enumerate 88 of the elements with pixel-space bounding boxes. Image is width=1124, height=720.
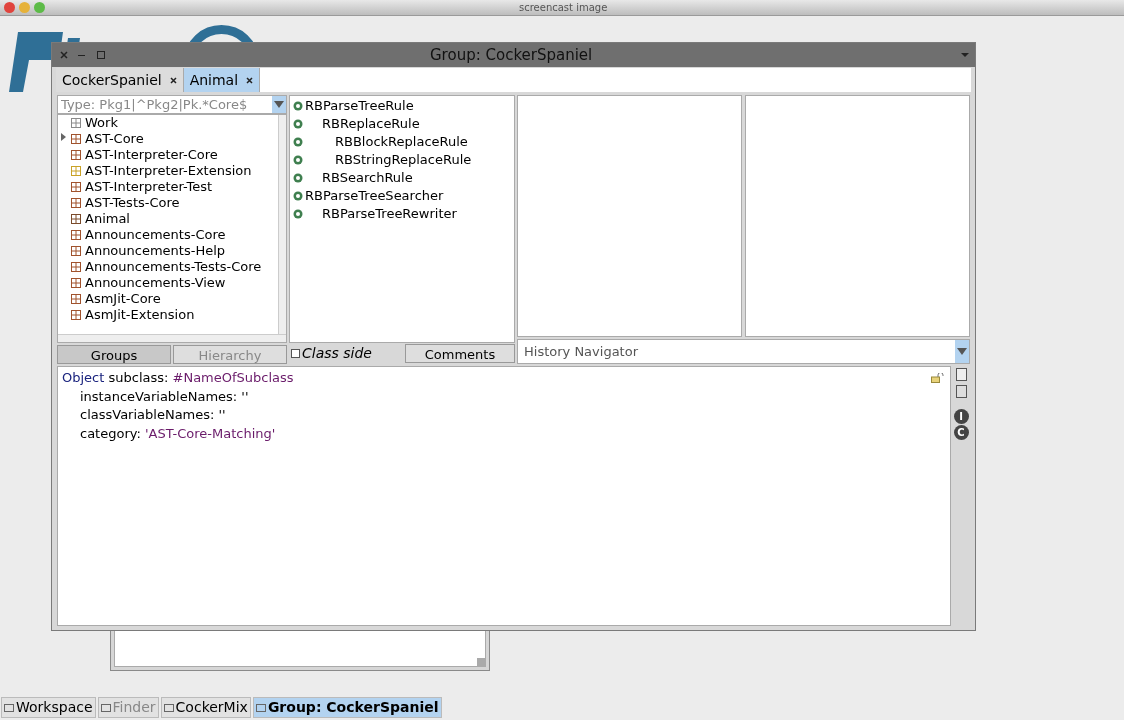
package-name: Announcements-View: [85, 274, 226, 293]
tab[interactable]: CockerSpaniel: [56, 68, 184, 92]
package-icon: [71, 294, 81, 304]
package-icon: [71, 310, 81, 320]
dropdown-icon[interactable]: [955, 340, 969, 363]
text-area[interactable]: [114, 629, 486, 667]
package-name: AST-Interpreter-Core: [85, 146, 218, 165]
package-name: AST-Tests-Core: [85, 194, 180, 213]
comments-button[interactable]: Comments: [405, 344, 515, 363]
package-name: AST-Interpreter-Test: [85, 178, 213, 197]
package-name: Animal: [85, 210, 130, 229]
package-row[interactable]: Announcements-Help: [58, 243, 278, 259]
maximize-icon[interactable]: [97, 51, 105, 59]
package-icon: [71, 118, 81, 128]
package-row[interactable]: Announcements-Tests-Core: [58, 259, 278, 275]
package-icon: [71, 230, 81, 240]
document-icon[interactable]: [955, 385, 967, 398]
code-line: Object subclass: #NameOfSubclass: [62, 369, 294, 387]
window-icon: [100, 703, 111, 712]
code-line: category: 'AST-Core-Matching': [80, 424, 276, 442]
history-placeholder: History Navigator: [523, 342, 639, 361]
package-icon: [71, 246, 81, 256]
menu-icon[interactable]: [961, 53, 969, 57]
package-name: Announcements-Core: [85, 226, 226, 245]
class-side-checkbox[interactable]: [291, 349, 300, 358]
package-icon: [71, 198, 81, 208]
package-icon: [71, 134, 81, 144]
side-button[interactable]: I: [953, 409, 969, 424]
package-row[interactable]: Work: [58, 115, 278, 131]
class-item[interactable]: RBParseTreeRule: [305, 96, 414, 116]
side-button[interactable]: C: [953, 425, 969, 440]
close-tab-icon[interactable]: [169, 76, 177, 84]
horizontal-scrollbar[interactable]: [58, 334, 286, 342]
package-row[interactable]: AST-Interpreter-Extension: [58, 163, 278, 179]
class-side-label[interactable]: Class side: [302, 343, 403, 364]
code-line: classVariableNames: '': [80, 406, 226, 424]
package-icon: [71, 278, 81, 288]
window-icon: [255, 703, 266, 712]
filter-field[interactable]: Type: Pkg1|^Pkg2|Pk.*Core$: [57, 95, 287, 114]
lock-icon[interactable]: [931, 373, 944, 383]
window-title: Group: CockerSpaniel: [430, 44, 593, 66]
close-icon[interactable]: [4, 2, 15, 13]
package-row[interactable]: AST-Core: [58, 131, 278, 147]
package-row[interactable]: AST-Tests-Core: [58, 195, 278, 211]
class-item[interactable]: RBParseTreeSearcher: [305, 186, 444, 206]
package-name: AST-Interpreter-Extension: [85, 162, 252, 181]
expand-arrow-icon[interactable]: [61, 133, 66, 141]
close-icon[interactable]: [60, 51, 68, 59]
package-icon: [71, 182, 81, 192]
taskbar-button[interactable]: Group: CockerSpaniel: [252, 697, 442, 718]
zoom-icon[interactable]: [34, 2, 45, 13]
package-name: Work: [85, 115, 118, 133]
class-item[interactable]: RBReplaceRule: [322, 114, 420, 134]
code-line: instanceVariableNames: '': [80, 387, 249, 405]
class-item[interactable]: RBParseTreeRewriter: [322, 204, 457, 224]
dropdown-icon[interactable]: [272, 96, 286, 113]
taskbar-button[interactable]: CockerMix: [160, 697, 251, 718]
minimize-icon[interactable]: [78, 54, 85, 56]
screen-title: screencast image: [519, 1, 608, 15]
package-row[interactable]: Announcements-View: [58, 275, 278, 291]
history-dropdown[interactable]: History Navigator: [517, 339, 970, 364]
class-item[interactable]: RBStringReplaceRule: [335, 150, 472, 170]
package-name: AST-Core: [85, 130, 144, 149]
window-icon: [163, 703, 174, 712]
package-row[interactable]: Announcements-Core: [58, 227, 278, 243]
class-item[interactable]: RBSearchRule: [322, 168, 413, 188]
code-editor[interactable]: Object subclass: #NameOfSubclass instanceVariableNames: '' classVariableNames: '' category: 'AST-Core-Matching': [57, 366, 951, 626]
package-row[interactable]: AST-Interpreter-Test: [58, 179, 278, 195]
package-icon: [71, 262, 81, 272]
package-row[interactable]: AsmJit-Core: [58, 291, 278, 307]
package-name: AsmJit-Core: [85, 290, 161, 309]
package-name: Announcements-Tests-Core: [85, 258, 262, 277]
class-item[interactable]: RBBlockReplaceRule: [335, 132, 468, 152]
package-view-button[interactable]: Groups: [57, 345, 171, 364]
package-name: Announcements-Help: [85, 242, 226, 261]
tab[interactable]: Animal: [183, 68, 261, 92]
package-row[interactable]: AsmJit-Extension: [58, 307, 278, 323]
taskbar-button[interactable]: Workspace: [1, 697, 96, 718]
package-icon: [71, 214, 81, 224]
package-name: AsmJit-Extension: [85, 306, 195, 325]
vertical-scrollbar[interactable]: [278, 115, 286, 334]
package-row[interactable]: AST-Interpreter-Core: [58, 147, 278, 163]
package-icon: [71, 166, 81, 176]
package-icon: [71, 150, 81, 160]
window-icon: [4, 703, 14, 712]
close-tab-icon[interactable]: [246, 76, 254, 84]
document-icon[interactable]: [955, 368, 967, 381]
package-row[interactable]: Animal: [58, 211, 278, 227]
